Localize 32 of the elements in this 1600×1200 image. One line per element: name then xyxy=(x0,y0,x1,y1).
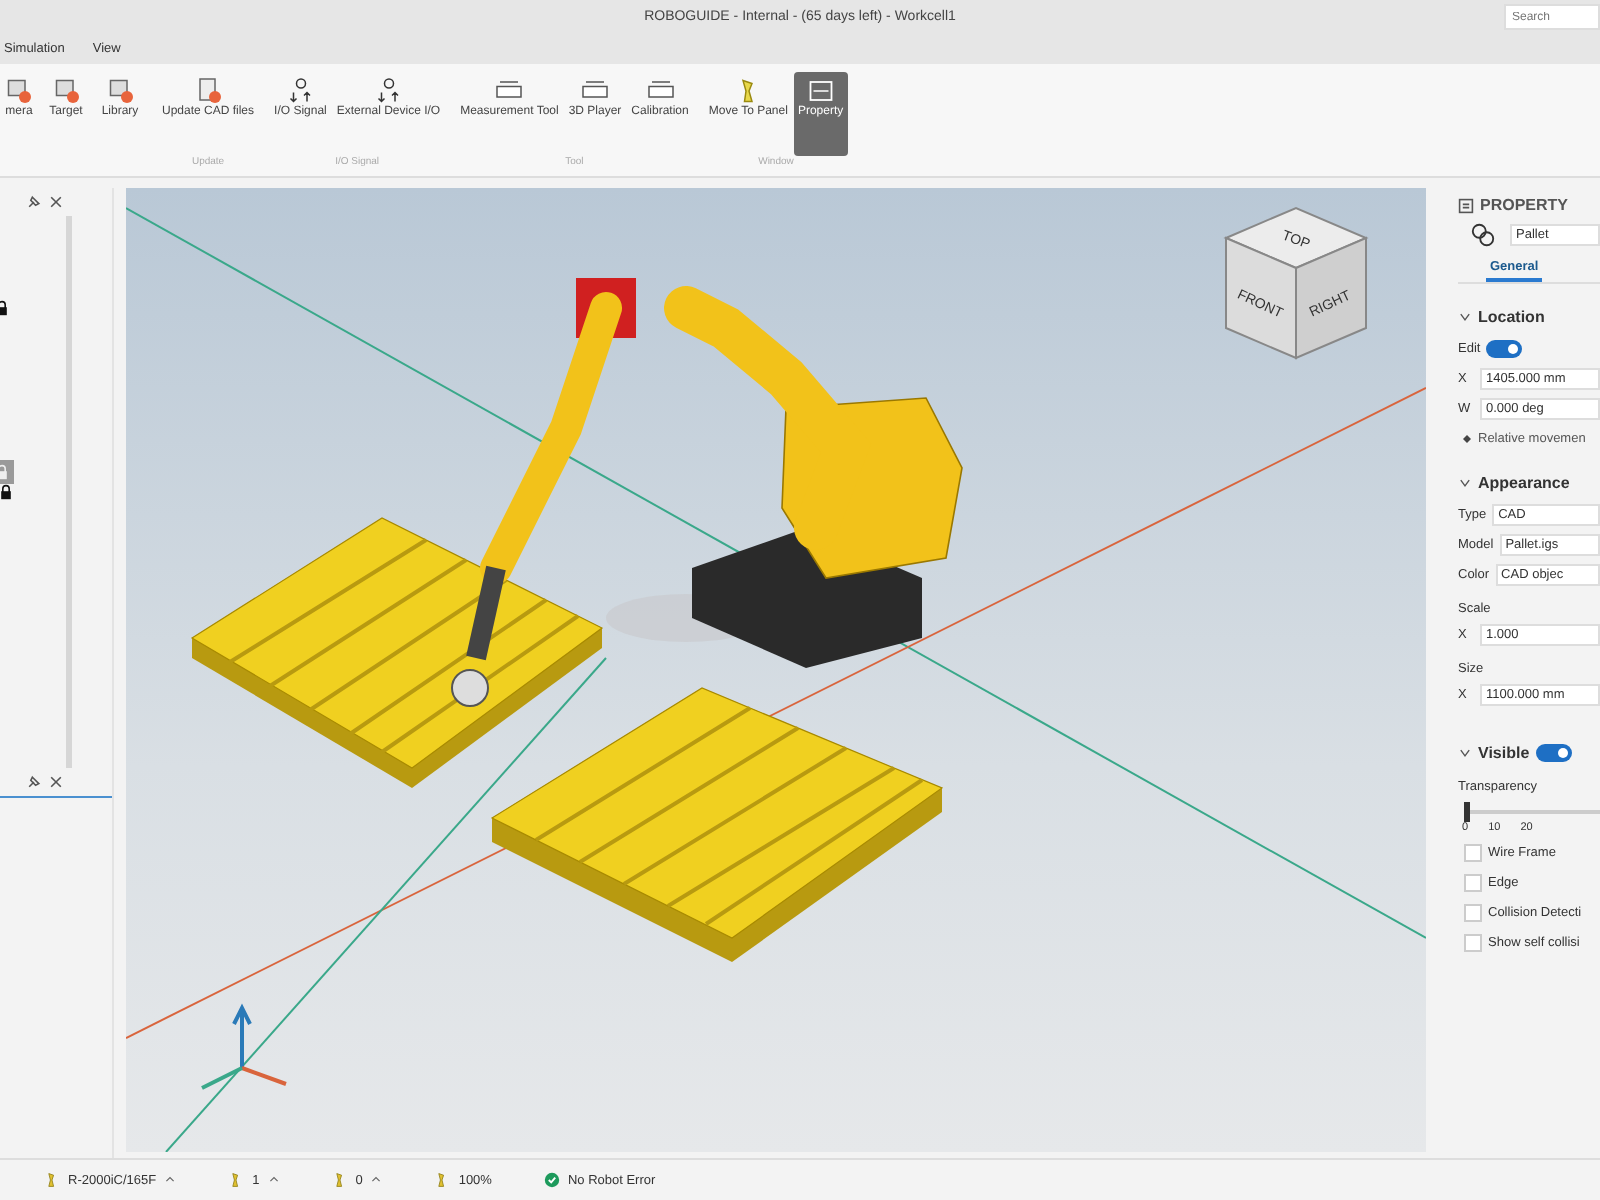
caret-icon[interactable] xyxy=(164,1174,177,1186)
section-title: Visible xyxy=(1478,744,1530,762)
close-icon[interactable] xyxy=(48,194,64,210)
lock-icon[interactable] xyxy=(0,484,14,500)
panel-icon xyxy=(1458,197,1474,213)
chevron-icon[interactable] xyxy=(1458,746,1472,760)
pallet-icon xyxy=(1470,222,1496,248)
close-icon[interactable] xyxy=(48,774,64,790)
arrows-icon xyxy=(285,76,316,106)
section-title: Location xyxy=(1478,308,1545,326)
checkbox[interactable] xyxy=(1464,934,1482,952)
caret-icon[interactable] xyxy=(370,1174,383,1186)
chevron-icon[interactable] xyxy=(1458,476,1472,490)
panel-title: PROPERTY xyxy=(1480,196,1569,214)
section-title: Appearance xyxy=(1478,474,1570,492)
pin-icon[interactable] xyxy=(26,194,42,210)
view-cube[interactable] xyxy=(1223,206,1369,360)
pin-icon[interactable] xyxy=(26,774,42,790)
check-icon xyxy=(543,1172,560,1188)
slider-thumb[interactable] xyxy=(1464,802,1470,822)
checkbox[interactable] xyxy=(1464,904,1482,922)
chevron-icon[interactable] xyxy=(1458,310,1472,324)
arrows-icon xyxy=(373,76,404,106)
checkbox[interactable] xyxy=(1464,844,1482,862)
diamond-icon xyxy=(1462,434,1472,444)
document-icon xyxy=(193,76,224,106)
axis-triad-icon xyxy=(201,1003,287,1090)
panel-icon xyxy=(805,76,836,106)
checkbox[interactable] xyxy=(1464,874,1482,892)
toggle-switch[interactable] xyxy=(1486,340,1523,358)
caret-icon[interactable] xyxy=(267,1174,280,1186)
toggle-switch[interactable] xyxy=(1535,744,1572,762)
